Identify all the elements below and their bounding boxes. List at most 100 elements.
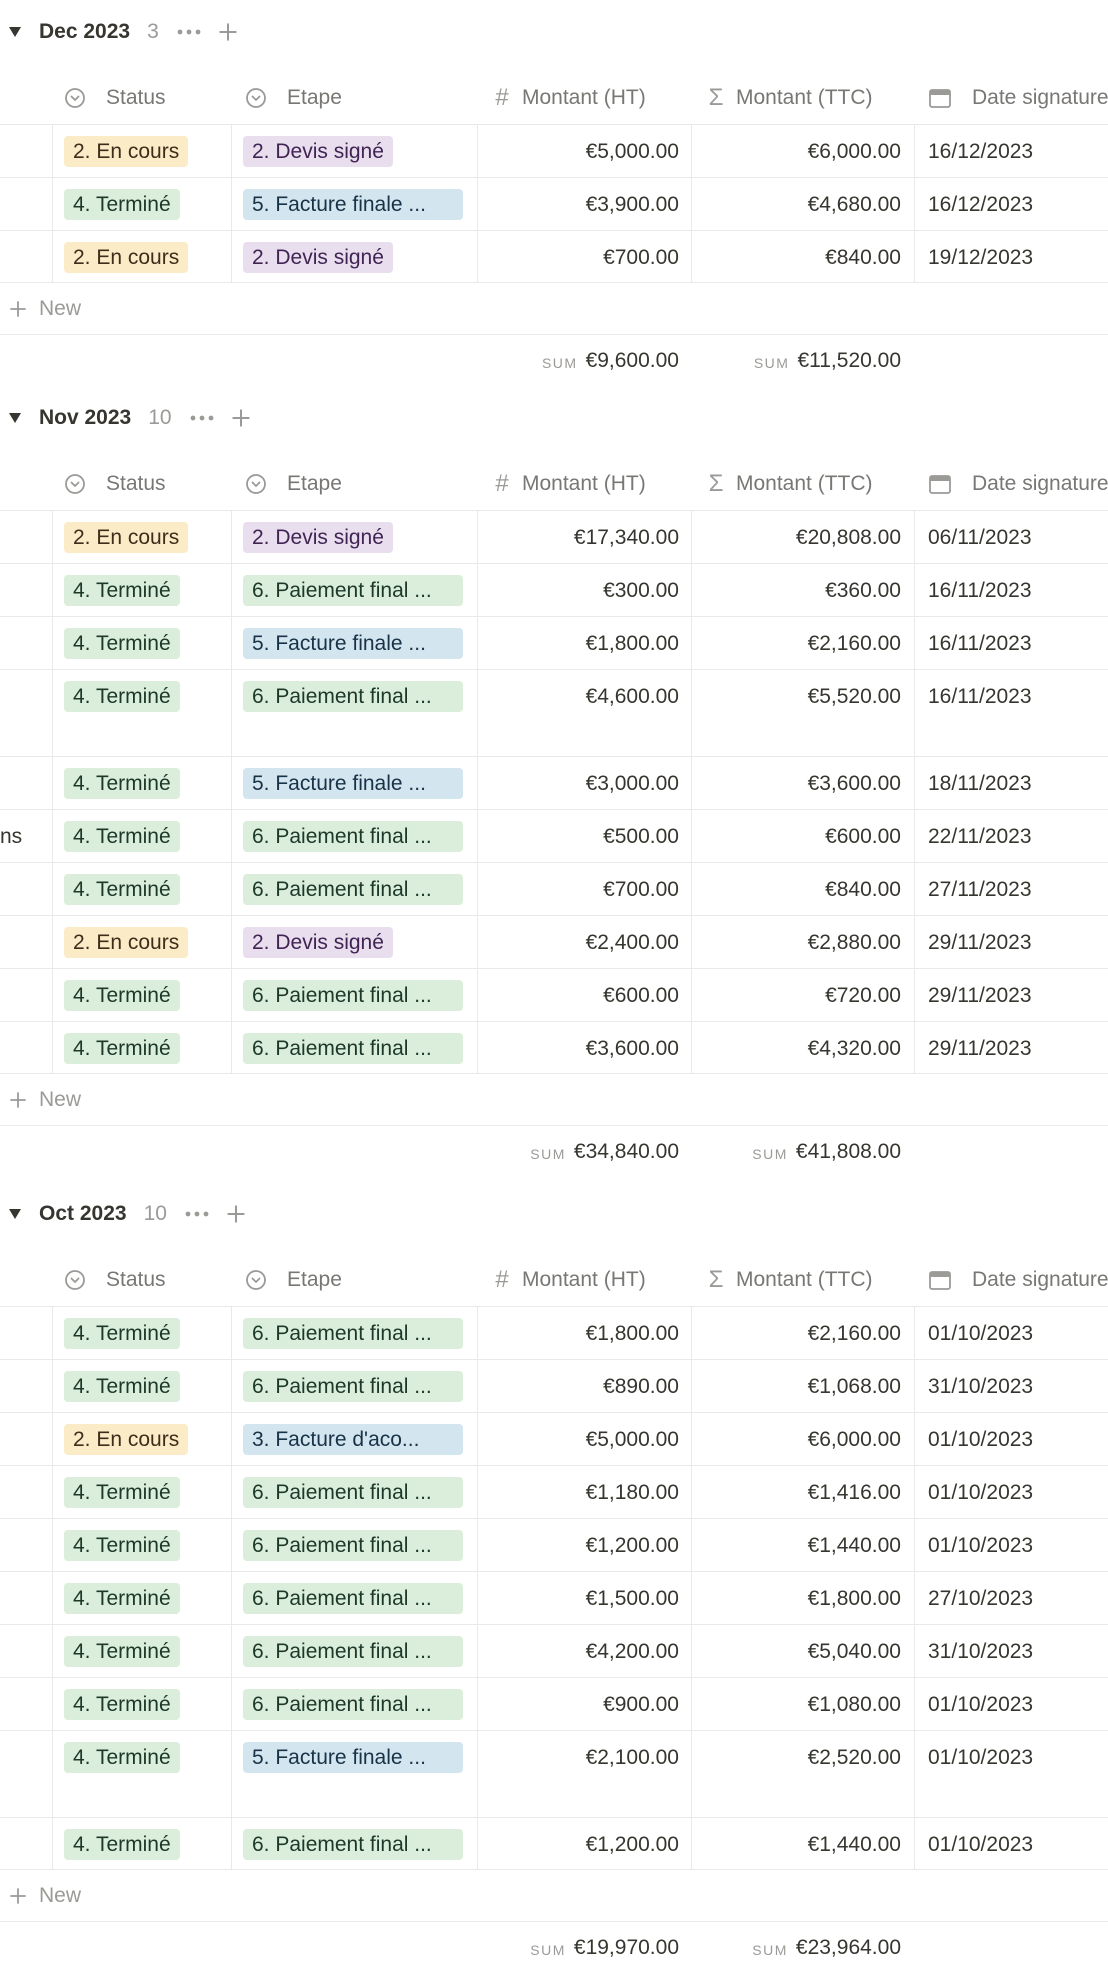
status-cell[interactable]: 4. Terminé <box>64 757 180 810</box>
date-cell[interactable]: 06/11/2023 <box>928 511 1032 564</box>
column-montant-ht[interactable]: # Montant (HT) <box>492 1254 645 1306</box>
date-cell[interactable]: 01/10/2023 <box>928 1307 1033 1360</box>
status-cell[interactable]: 4. Terminé <box>64 564 180 617</box>
date-cell[interactable]: 16/12/2023 <box>928 125 1033 178</box>
montant-ht-cell[interactable]: €300.00 <box>478 564 679 617</box>
montant-ttc-cell[interactable]: €20,808.00 <box>692 511 901 564</box>
table-row[interactable]: 4. Terminé 6. Paiement final ... €300.00 €3… <box>0 563 1108 616</box>
montant-ttc-cell[interactable]: €1,440.00 <box>692 1818 901 1871</box>
etape-cell[interactable]: 6. Paiement final ... <box>243 564 463 617</box>
sum-montant-ttc[interactable]: SUM €41,808.00 <box>692 1126 901 1178</box>
etape-cell[interactable]: 5. Facture finale ... <box>243 1731 463 1784</box>
montant-ht-cell[interactable]: €700.00 <box>478 231 679 284</box>
column-etape[interactable]: Etape <box>245 72 342 124</box>
column-date-signature[interactable]: Date signature <box>928 458 1108 510</box>
etape-cell[interactable]: 6. Paiement final ... <box>243 670 463 723</box>
table-row[interactable]: 4. Terminé 6. Paiement final ... €1,180.00… <box>0 1465 1108 1518</box>
column-date-signature[interactable]: Date signature <box>928 1254 1108 1306</box>
etape-cell[interactable]: 2. Devis signé <box>243 916 393 969</box>
table-row[interactable]: 4. Terminé 6. Paiement final ... €3,600.00… <box>0 1021 1108 1074</box>
table-row[interactable]: 4. Terminé 6. Paiement final ... €1,200.00… <box>0 1518 1108 1571</box>
montant-ht-cell[interactable]: €1,800.00 <box>478 617 679 670</box>
table-row[interactable]: 2. En cours 2. Devis signé €2,400.00 €2,880… <box>0 915 1108 968</box>
montant-ttc-cell[interactable]: €1,068.00 <box>692 1360 901 1413</box>
collapse-toggle-icon[interactable] <box>8 12 22 52</box>
date-cell[interactable]: 16/11/2023 <box>928 670 1032 723</box>
etape-cell[interactable]: 6. Paiement final ... <box>243 1360 463 1413</box>
etape-cell[interactable]: 5. Facture finale ... <box>243 178 463 231</box>
montant-ttc-cell[interactable]: €5,040.00 <box>692 1625 901 1678</box>
date-cell[interactable]: 16/12/2023 <box>928 178 1033 231</box>
column-montant-ttc[interactable]: Σ Montant (TTC) <box>706 1254 873 1306</box>
table-row[interactable]: 4. Terminé 6. Paiement final ... €4,200.00… <box>0 1624 1108 1677</box>
table-row[interactable]: 4. Terminé 6. Paiement final ... €890.00 €1… <box>0 1359 1108 1412</box>
montant-ht-cell[interactable]: €2,100.00 <box>478 1731 679 1784</box>
date-cell[interactable]: 01/10/2023 <box>928 1519 1033 1572</box>
date-cell[interactable]: 18/11/2023 <box>928 757 1032 810</box>
etape-cell[interactable]: 6. Paiement final ... <box>243 1678 463 1731</box>
date-cell[interactable]: 29/11/2023 <box>928 969 1032 1022</box>
status-cell[interactable]: 4. Terminé <box>64 969 180 1022</box>
status-cell[interactable]: 2. En cours <box>64 231 189 284</box>
etape-cell[interactable]: 6. Paiement final ... <box>243 969 463 1022</box>
add-item-icon[interactable] <box>217 12 239 52</box>
table-row[interactable]: 4. Terminé 6. Paiement final ... €1,500.00… <box>0 1571 1108 1624</box>
collapse-toggle-icon[interactable] <box>8 398 22 438</box>
date-cell[interactable]: 22/11/2023 <box>928 810 1032 863</box>
etape-cell[interactable]: 2. Devis signé <box>243 231 393 284</box>
table-row[interactable]: 4. Terminé 5. Facture finale ... €3,000.00… <box>0 756 1108 809</box>
montant-ttc-cell[interactable]: €6,000.00 <box>692 125 901 178</box>
montant-ht-cell[interactable]: €890.00 <box>478 1360 679 1413</box>
group-header[interactable]: Dec 2023 3 <box>0 12 400 52</box>
montant-ht-cell[interactable]: €5,000.00 <box>478 1413 679 1466</box>
status-cell[interactable]: 4. Terminé <box>64 1572 180 1625</box>
date-cell[interactable]: 16/11/2023 <box>928 617 1032 670</box>
montant-ht-cell[interactable]: €1,180.00 <box>478 1466 679 1519</box>
status-cell[interactable]: 4. Terminé <box>64 178 180 231</box>
montant-ht-cell[interactable]: €700.00 <box>478 863 679 916</box>
etape-cell[interactable]: 5. Facture finale ... <box>243 757 463 810</box>
date-cell[interactable]: 27/10/2023 <box>928 1572 1033 1625</box>
montant-ttc-cell[interactable]: €6,000.00 <box>692 1413 901 1466</box>
date-cell[interactable]: 01/10/2023 <box>928 1731 1033 1784</box>
status-cell[interactable]: 4. Terminé <box>64 863 180 916</box>
montant-ht-cell[interactable]: €3,600.00 <box>478 1022 679 1075</box>
sum-montant-ttc[interactable]: SUM €23,964.00 <box>692 1922 901 1974</box>
table-row[interactable]: 4. Terminé 6. Paiement final ... €1,800.00… <box>0 1306 1108 1359</box>
sum-montant-ht[interactable]: SUM €19,970.00 <box>478 1922 679 1974</box>
new-row-button[interactable]: New <box>0 1870 1108 1922</box>
status-cell[interactable]: 2. En cours <box>64 1413 189 1466</box>
more-options-icon[interactable] <box>185 1194 209 1234</box>
montant-ttc-cell[interactable]: €600.00 <box>692 810 901 863</box>
etape-cell[interactable]: 6. Paiement final ... <box>243 1466 463 1519</box>
montant-ht-cell[interactable]: €600.00 <box>478 969 679 1022</box>
montant-ttc-cell[interactable]: €360.00 <box>692 564 901 617</box>
more-options-icon[interactable] <box>190 398 214 438</box>
etape-cell[interactable]: 6. Paiement final ... <box>243 863 463 916</box>
table-row[interactable]: 4. Terminé 6. Paiement final ... €600.00 €7… <box>0 968 1108 1021</box>
status-cell[interactable]: 4. Terminé <box>64 1022 180 1075</box>
date-cell[interactable]: 31/10/2023 <box>928 1360 1033 1413</box>
date-cell[interactable]: 29/11/2023 <box>928 1022 1032 1075</box>
date-cell[interactable]: 01/10/2023 <box>928 1818 1033 1871</box>
etape-cell[interactable]: 5. Facture finale ... <box>243 617 463 670</box>
montant-ht-cell[interactable]: €1,200.00 <box>478 1519 679 1572</box>
etape-cell[interactable]: 6. Paiement final ... <box>243 1307 463 1360</box>
column-status[interactable]: Status <box>64 458 166 510</box>
montant-ttc-cell[interactable]: €2,160.00 <box>692 617 901 670</box>
status-cell[interactable]: 4. Terminé <box>64 1360 180 1413</box>
montant-ht-cell[interactable]: €1,800.00 <box>478 1307 679 1360</box>
montant-ht-cell[interactable]: €1,500.00 <box>478 1572 679 1625</box>
montant-ttc-cell[interactable]: €2,520.00 <box>692 1731 901 1784</box>
etape-cell[interactable]: 2. Devis signé <box>243 511 393 564</box>
montant-ttc-cell[interactable]: €4,320.00 <box>692 1022 901 1075</box>
group-header[interactable]: Nov 2023 10 <box>0 398 400 438</box>
montant-ttc-cell[interactable]: €840.00 <box>692 231 901 284</box>
montant-ttc-cell[interactable]: €1,416.00 <box>692 1466 901 1519</box>
etape-cell[interactable]: 6. Paiement final ... <box>243 1818 463 1871</box>
column-etape[interactable]: Etape <box>245 1254 342 1306</box>
status-cell[interactable]: 2. En cours <box>64 511 189 564</box>
montant-ht-cell[interactable]: €5,000.00 <box>478 125 679 178</box>
table-row[interactable]: 4. Terminé 6. Paiement final ... €1,200.00… <box>0 1817 1108 1870</box>
montant-ht-cell[interactable]: €3,900.00 <box>478 178 679 231</box>
